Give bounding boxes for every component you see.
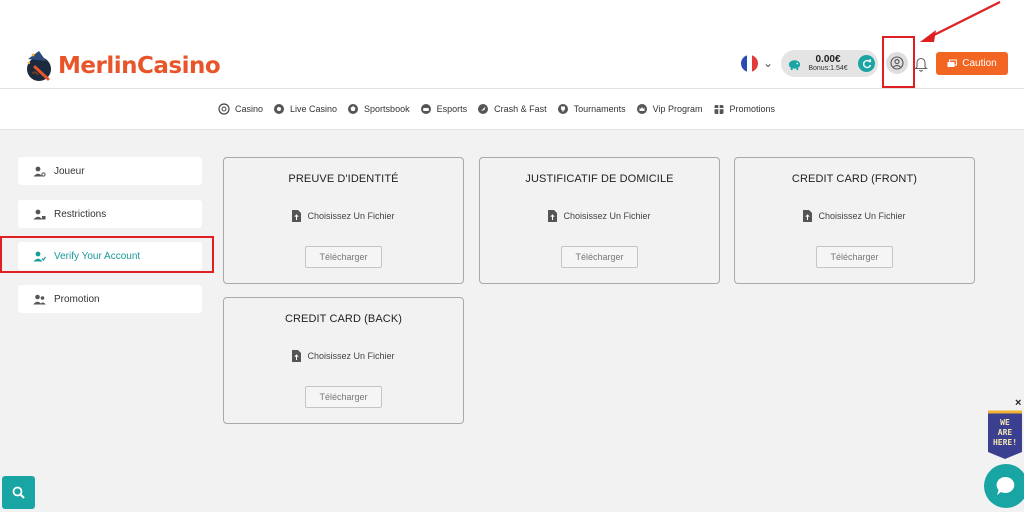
close-icon[interactable]: ×: [1015, 397, 1021, 409]
annotation-arrow-icon: [920, 1, 1001, 42]
document-card-title: CREDIT CARD (FRONT): [791, 173, 918, 185]
sidebar-item-restrictions[interactable]: Restrictions: [18, 200, 202, 228]
wizard-hat-icon: [27, 51, 51, 81]
highlight-box-verify: [0, 236, 214, 273]
nav-item-vip-program[interactable]: Vip Program: [636, 103, 703, 115]
search-button[interactable]: [2, 476, 35, 509]
nav-item-promotions[interactable]: Promotions: [713, 103, 776, 115]
sidebar-item-promotion[interactable]: Promotion: [18, 285, 202, 313]
balance-amount: 0.00€: [815, 54, 841, 65]
sidebar-item-label: Restrictions: [54, 208, 107, 220]
upload-button[interactable]: Télécharger: [305, 246, 382, 268]
document-card-title: JUSTIFICATIF DE DOMICILE: [525, 173, 674, 185]
nav-item-esports[interactable]: Esports: [420, 103, 468, 115]
chevron-down-icon[interactable]: ⌄: [763, 56, 773, 70]
choose-file-button[interactable]: Choisissez Un Fichier: [735, 210, 974, 222]
logo-text-merlin: Merlin: [58, 53, 137, 79]
nav-label: Casino: [235, 104, 264, 114]
choose-file-button[interactable]: Choisissez Un Fichier: [224, 350, 463, 362]
document-card-address: JUSTIFICATIF DE DOMICILE Choisissez Un F…: [479, 157, 720, 284]
nav-item-sportsbook[interactable]: Sportsbook: [347, 103, 410, 115]
choose-file-button[interactable]: Choisissez Un Fichier: [224, 210, 463, 222]
rocket-icon: [478, 104, 489, 114]
nav-label: Crash & Fast: [494, 104, 547, 114]
document-card-identity: PREUVE D'IDENTITÉ Choisissez Un Fichier …: [223, 157, 464, 284]
cash-stack-icon: [947, 59, 958, 67]
nav-item-tournaments[interactable]: Tournaments: [557, 103, 626, 115]
merlin-casino-logo[interactable]: MerlinCasino: [24, 46, 221, 86]
sidebar-item-label: Promotion: [54, 293, 100, 305]
nav-label: Vip Program: [652, 104, 703, 114]
users-icon: [33, 294, 46, 304]
choose-file-label: Choisissez Un Fichier: [818, 211, 906, 221]
live-icon: [274, 104, 285, 114]
we-here-line-2: ARE: [998, 428, 1013, 437]
top-header: MerlinCasino ⌄ 0.00€ Bonus:1.54€ Caution: [0, 0, 1024, 88]
ball-icon: [348, 104, 359, 114]
nav-label: Sportsbook: [364, 104, 410, 114]
choose-file-button[interactable]: Choisissez Un Fichier: [480, 210, 719, 222]
gift-icon: [714, 105, 723, 114]
we-here-line-3: HERE!: [993, 438, 1017, 447]
upload-button[interactable]: Télécharger: [305, 386, 382, 408]
bonus-amount: Bonus:1.54€: [808, 65, 848, 72]
upload-button[interactable]: Télécharger: [561, 246, 638, 268]
choose-file-label: Choisissez Un Fichier: [307, 351, 395, 361]
user-icon: [33, 166, 46, 177]
nav-label: Live Casino: [290, 104, 338, 114]
wallet-balance[interactable]: 0.00€ Bonus:1.54€: [781, 50, 878, 77]
choose-file-label: Choisissez Un Fichier: [563, 211, 651, 221]
nav-label: Tournaments: [573, 104, 626, 114]
crown-icon: [636, 104, 647, 114]
caution-label: Caution: [962, 58, 997, 69]
caution-button[interactable]: Caution: [936, 52, 1008, 75]
user-lock-icon: [33, 209, 46, 219]
we-here-line-1: WE: [1000, 418, 1010, 427]
file-upload-icon: [292, 210, 302, 222]
document-card-title: CREDIT CARD (BACK): [284, 313, 403, 325]
choose-file-label: Choisissez Un Fichier: [307, 211, 395, 221]
casino-chip-icon: [218, 103, 230, 115]
document-card-card-back: CREDIT CARD (BACK) Choisissez Un Fichier…: [223, 297, 464, 424]
live-chat-button[interactable]: [984, 464, 1024, 508]
document-card-title: PREUVE D'IDENTITÉ: [288, 173, 399, 185]
file-upload-icon: [292, 350, 302, 362]
nav-item-live-casino[interactable]: Live Casino: [273, 103, 337, 115]
file-upload-icon: [803, 210, 813, 222]
language-flag-france[interactable]: [741, 55, 758, 72]
notification-bell-icon[interactable]: [913, 55, 929, 72]
sidebar-item-joueur[interactable]: Joueur: [18, 157, 202, 185]
controller-icon: [420, 104, 431, 114]
refresh-balance-icon[interactable]: [858, 55, 875, 72]
document-card-card-front: CREDIT CARD (FRONT) Choisissez Un Fichie…: [734, 157, 975, 284]
nav-item-crash-fast[interactable]: Crash & Fast: [477, 103, 547, 115]
chat-bubble-icon: [996, 476, 1015, 495]
we-are-here-badge[interactable]: WE ARE HERE!: [986, 410, 1024, 460]
sidebar-item-label: Joueur: [54, 165, 85, 177]
category-navbar: Casino Live Casino Sportsbook Esports Cr…: [0, 88, 1024, 130]
trophy-icon: [557, 104, 568, 114]
nav-label: Esports: [436, 104, 468, 114]
logo-text: MerlinCasino: [58, 53, 221, 79]
nav-label: Promotions: [729, 104, 776, 114]
nav-item-casino[interactable]: Casino: [218, 103, 263, 115]
file-upload-icon: [548, 210, 558, 222]
logo-text-casino: Casino: [136, 53, 221, 79]
upload-button[interactable]: Télécharger: [816, 246, 893, 268]
piggy-bank-icon: [788, 60, 801, 71]
search-icon: [12, 486, 25, 499]
